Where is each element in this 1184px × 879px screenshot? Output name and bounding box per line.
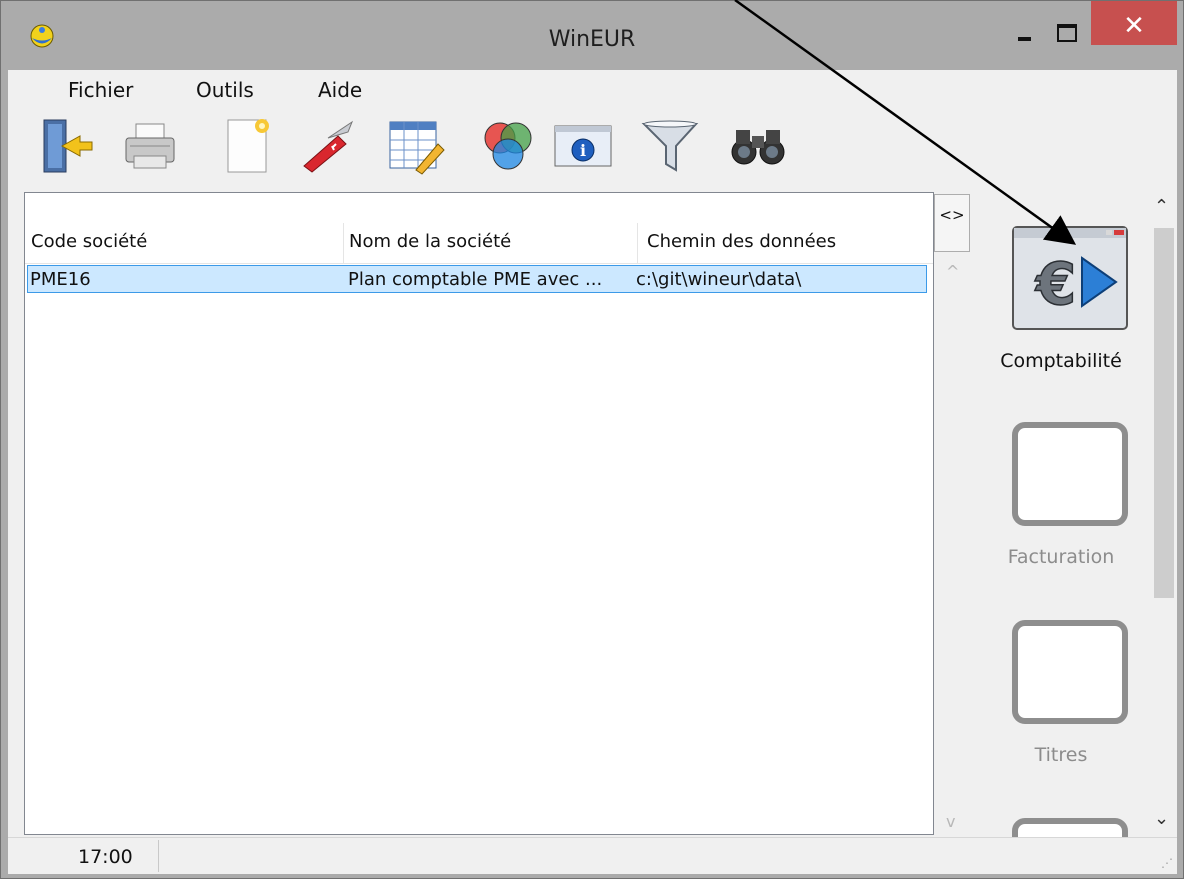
swiss-knife-icon[interactable]	[298, 116, 358, 176]
svg-text:€: €	[1034, 250, 1076, 318]
module-partial[interactable]	[1012, 818, 1128, 837]
maximize-button[interactable]	[1043, 1, 1087, 45]
info-window-icon[interactable]: i	[553, 116, 613, 176]
window-title: WinEUR	[548, 27, 636, 52]
spreadsheet-edit-icon[interactable]	[386, 116, 446, 176]
printer-icon[interactable]	[120, 116, 180, 176]
column-divider[interactable]	[637, 223, 638, 263]
company-list[interactable]: Code société Nom de la société Chemin de…	[24, 192, 934, 835]
menu-bar: Fichier Outils Aide	[8, 70, 1177, 106]
binoculars-icon[interactable]	[728, 116, 788, 176]
module-facturation[interactable]	[1012, 422, 1128, 526]
resize-grip-icon[interactable]: ⋰	[1161, 856, 1173, 870]
module-titres[interactable]	[1012, 620, 1128, 724]
cell-path: c:\git\wineur\data\	[636, 269, 802, 290]
client-area: Fichier Outils Aide i Code société Nom d…	[8, 70, 1177, 874]
module-label-comptabilite: Comptabilité	[1000, 350, 1122, 372]
app-window: WinEUR ✕ Fichier Outils Aide i Code soci…	[0, 0, 1184, 879]
cell-code: PME16	[30, 269, 91, 290]
chevron-up-icon[interactable]: ⌃	[1154, 196, 1169, 217]
module-comptabilite[interactable]: €	[1012, 226, 1128, 330]
panel-toggle-button[interactable]: <>	[934, 194, 970, 252]
status-time: 17:00	[78, 846, 133, 868]
status-bar: 17:00 ⋰	[8, 837, 1177, 874]
toolbar: i	[8, 106, 1177, 196]
blank-module-icon	[1012, 818, 1128, 837]
close-button[interactable]: ✕	[1091, 1, 1177, 45]
column-divider[interactable]	[343, 223, 344, 263]
module-panel: € Comptabilité Facturation Titres	[980, 192, 1142, 837]
svg-text:i: i	[580, 141, 586, 160]
minimize-button[interactable]	[1007, 1, 1040, 45]
module-label-facturation: Facturation	[1007, 546, 1115, 568]
blank-module-icon	[1012, 620, 1128, 724]
menu-outils[interactable]: Outils	[196, 78, 254, 102]
color-circles-icon[interactable]	[478, 116, 538, 176]
close-icon: ✕	[1123, 11, 1145, 41]
blank-module-icon	[1012, 422, 1128, 526]
euro-play-icon: €	[1012, 226, 1128, 330]
menu-aide[interactable]: Aide	[318, 78, 362, 102]
scroll-down-icon[interactable]: v	[946, 812, 955, 831]
column-header-code[interactable]: Code société	[31, 231, 147, 252]
column-header-path[interactable]: Chemin des données	[647, 231, 836, 252]
funnel-filter-icon[interactable]	[640, 116, 700, 176]
table-row[interactable]: PME16 Plan comptable PME avec ... c:\git…	[27, 265, 927, 293]
chevron-down-icon[interactable]: ⌄	[1154, 808, 1169, 829]
panel-scroll-thumb[interactable]	[1154, 228, 1174, 598]
list-scrollbar[interactable]	[934, 260, 974, 835]
cell-name: Plan comptable PME avec ...	[348, 269, 603, 290]
scroll-up-icon[interactable]: ^	[946, 262, 959, 281]
exit-door-icon[interactable]	[36, 116, 96, 176]
new-document-icon[interactable]	[218, 116, 278, 176]
menu-fichier[interactable]: Fichier	[68, 78, 133, 102]
module-label-titres: Titres	[1034, 744, 1088, 766]
column-header-name[interactable]: Nom de la société	[349, 231, 511, 252]
title-bar[interactable]: WinEUR ✕	[1, 1, 1183, 70]
list-header: Code société Nom de la société Chemin de…	[25, 223, 933, 264]
